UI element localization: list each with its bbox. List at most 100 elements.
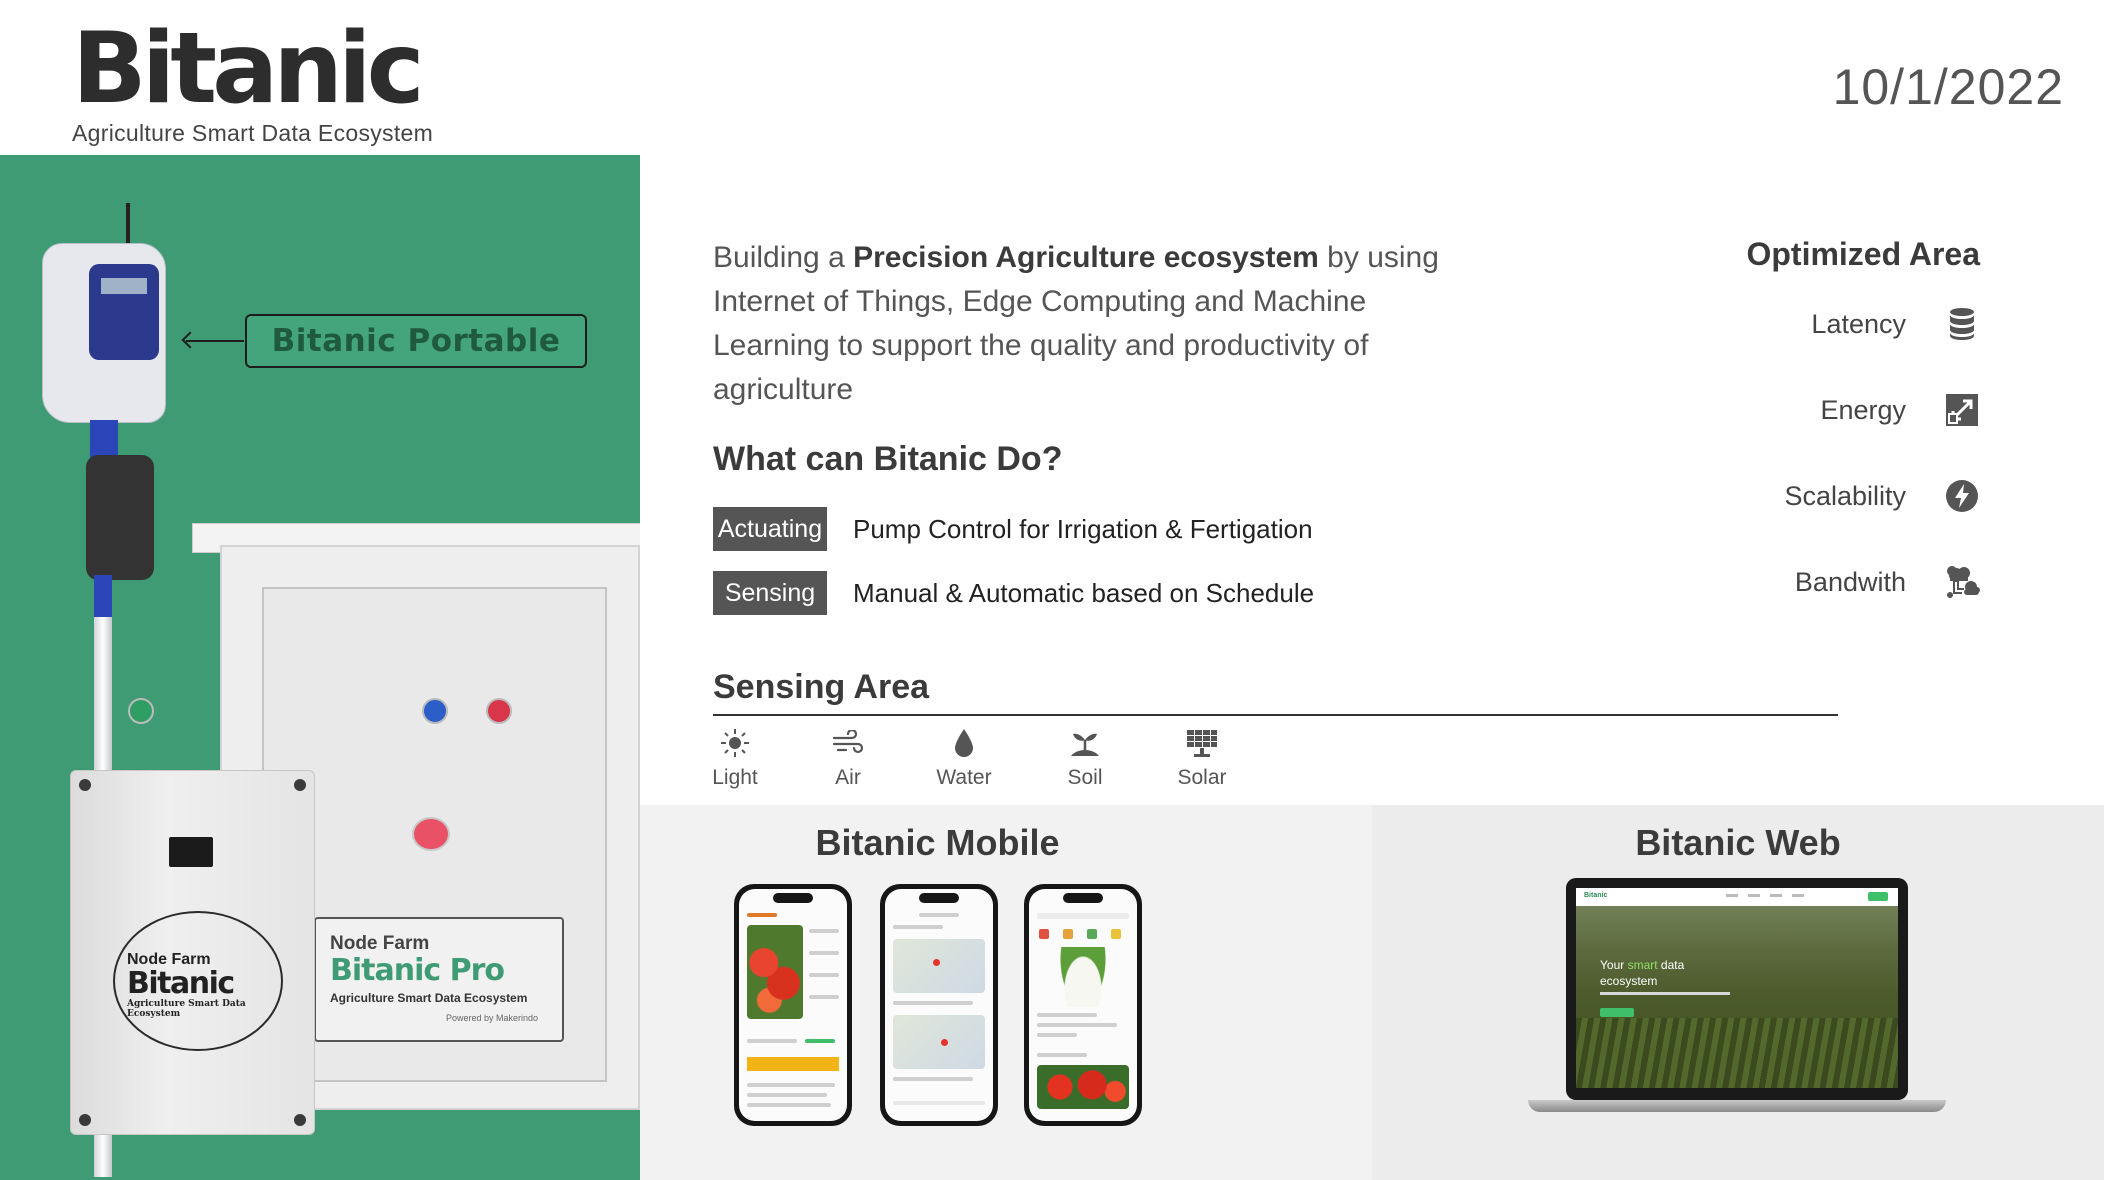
optimized-label: Bandwith (1794, 566, 1906, 597)
optimized-item-scalability: Scalability (1784, 478, 1980, 514)
optimized-label: Latency (1811, 308, 1906, 339)
web-hero-line1: Your smart data (1600, 958, 1684, 972)
sensing-heading: Sensing Area (713, 668, 930, 706)
web-nav-logo: Bitanic (1584, 892, 1608, 899)
sensing-item-light: Light (695, 726, 775, 790)
category-icon (1063, 929, 1073, 939)
optimized-heading: Optimized Area (1746, 236, 1980, 272)
pro-label-line1: Node Farm (330, 933, 430, 954)
intro-paragraph: Building a Precision Agriculture ecosyst… (713, 236, 1453, 412)
map-thumbnail (893, 1015, 985, 1069)
sensing-label: Water (936, 766, 992, 789)
optimized-item-latency: Latency (1811, 306, 1980, 342)
solar-panel-icon (1162, 726, 1242, 760)
phone-mockup-catalog (1024, 884, 1142, 1126)
hero-prefix: Your (1600, 958, 1628, 972)
screw-icon (79, 779, 91, 791)
mobile-heading: Bitanic Mobile (815, 822, 1060, 863)
capability-row: Sensing Manual & Automatic based on Sche… (713, 571, 1314, 615)
hero-mid: data (1657, 958, 1685, 972)
category-icon (1111, 929, 1121, 939)
green-indicator-lamp (128, 698, 154, 724)
screen-toggle (805, 1039, 835, 1043)
sensing-label: Soil (1067, 766, 1103, 789)
web-nav-link (1770, 894, 1782, 897)
screen-text-line (809, 951, 839, 955)
capability-desc: Pump Control for Irrigation & Fertigatio… (853, 513, 1313, 544)
water-drop-icon (924, 726, 1004, 760)
pro-label-line3: Agriculture Smart Data Ecosystem (330, 990, 528, 1005)
optimized-label: Energy (1820, 394, 1906, 425)
resize-arrow-icon (1944, 392, 1980, 428)
web-navbar: Bitanic (1576, 888, 1898, 906)
sun-icon (695, 726, 775, 760)
portable-device-face (89, 264, 159, 360)
screen-text-line (809, 973, 839, 977)
screen-text-line (809, 929, 839, 933)
sprout-soil-icon (1045, 726, 1125, 760)
tomato-image (747, 925, 803, 1019)
portable-pole-collar (94, 575, 112, 617)
screen-text-line (1037, 1053, 1087, 1057)
hardware-panel: Bitanic Portable Node Farm Bitanic Pro A… (0, 155, 640, 1180)
sensing-item-water: Water (924, 726, 1004, 790)
cloud-network-icon (1944, 564, 1980, 600)
phone-screen (885, 889, 993, 1121)
map-thumbnail (893, 939, 985, 993)
hero-accent: smart (1627, 958, 1658, 972)
date-label: 10/1/2022 (1832, 59, 2064, 115)
screen-text-line (893, 925, 943, 929)
screen-text-line (809, 995, 839, 999)
web-screen: Bitanic Your smart data ecosystem (1576, 888, 1898, 1088)
portable-grip (86, 455, 154, 580)
capability-desc: Manual & Automatic based on Schedule (853, 577, 1315, 608)
web-hero-line2: ecosystem (1600, 974, 1658, 988)
pro-label-line2: Bitanic Pro (330, 953, 505, 988)
blue-indicator-lamp (422, 698, 448, 724)
phone-mockup-detail (734, 884, 852, 1126)
screen-text-line (747, 1103, 831, 1107)
screw-icon (79, 1114, 91, 1126)
node-port (169, 837, 213, 867)
web-nav-button (1868, 892, 1888, 901)
tomato-image (1037, 1065, 1129, 1109)
screen-title-bar (919, 913, 959, 917)
screen-text-line (1037, 1033, 1077, 1037)
intro-bold: Precision Agriculture ecosystem (853, 241, 1319, 274)
phone-screen (1029, 889, 1137, 1121)
screen-title-bar (747, 913, 777, 917)
node-logo-line2: Bitanic (127, 966, 235, 1001)
bottom-nav-bar (893, 1101, 985, 1105)
portable-device-head (42, 243, 166, 423)
web-hero-subtext (1600, 992, 1730, 995)
brand-tagline: Agriculture Smart Data Ecosystem (72, 120, 434, 146)
brand-logo: Bitanic Agriculture Smart Data Ecosystem (72, 20, 433, 147)
wind-icon (808, 726, 888, 760)
web-nav-link (1748, 894, 1760, 897)
sensing-label: Light (712, 766, 758, 789)
phone-notch (919, 893, 959, 903)
bitanic-pro-label: Node Farm Bitanic Pro Agriculture Smart … (314, 917, 564, 1042)
capability-tag: Sensing (713, 571, 827, 615)
screen-alert-banner (747, 1057, 839, 1071)
web-heading: Bitanic Web (1635, 822, 1841, 863)
node-logo-line3: Agriculture Smart Data Ecosystem (127, 999, 246, 1019)
map-pin-icon (941, 1039, 948, 1046)
sensing-item-soil: Soil (1045, 726, 1125, 790)
category-icon (1087, 929, 1097, 939)
category-icon (1039, 929, 1049, 939)
capability-tag: Actuating (713, 507, 827, 551)
node-farm-logo: Node Farm Bitanic Agriculture Smart Data… (113, 911, 283, 1051)
screen-text-line (893, 1001, 973, 1005)
phone-notch (1063, 893, 1103, 903)
phone-screen (739, 889, 847, 1121)
sensing-label: Solar (1177, 766, 1227, 789)
web-nav-link (1726, 894, 1738, 897)
sensing-label: Air (835, 766, 861, 789)
screw-icon (294, 779, 306, 791)
lightning-icon (1944, 478, 1980, 514)
phone-notch (773, 893, 813, 903)
screen-text-line (747, 1083, 835, 1087)
screen-text-line (1037, 1013, 1097, 1017)
database-icon (1944, 306, 1980, 342)
